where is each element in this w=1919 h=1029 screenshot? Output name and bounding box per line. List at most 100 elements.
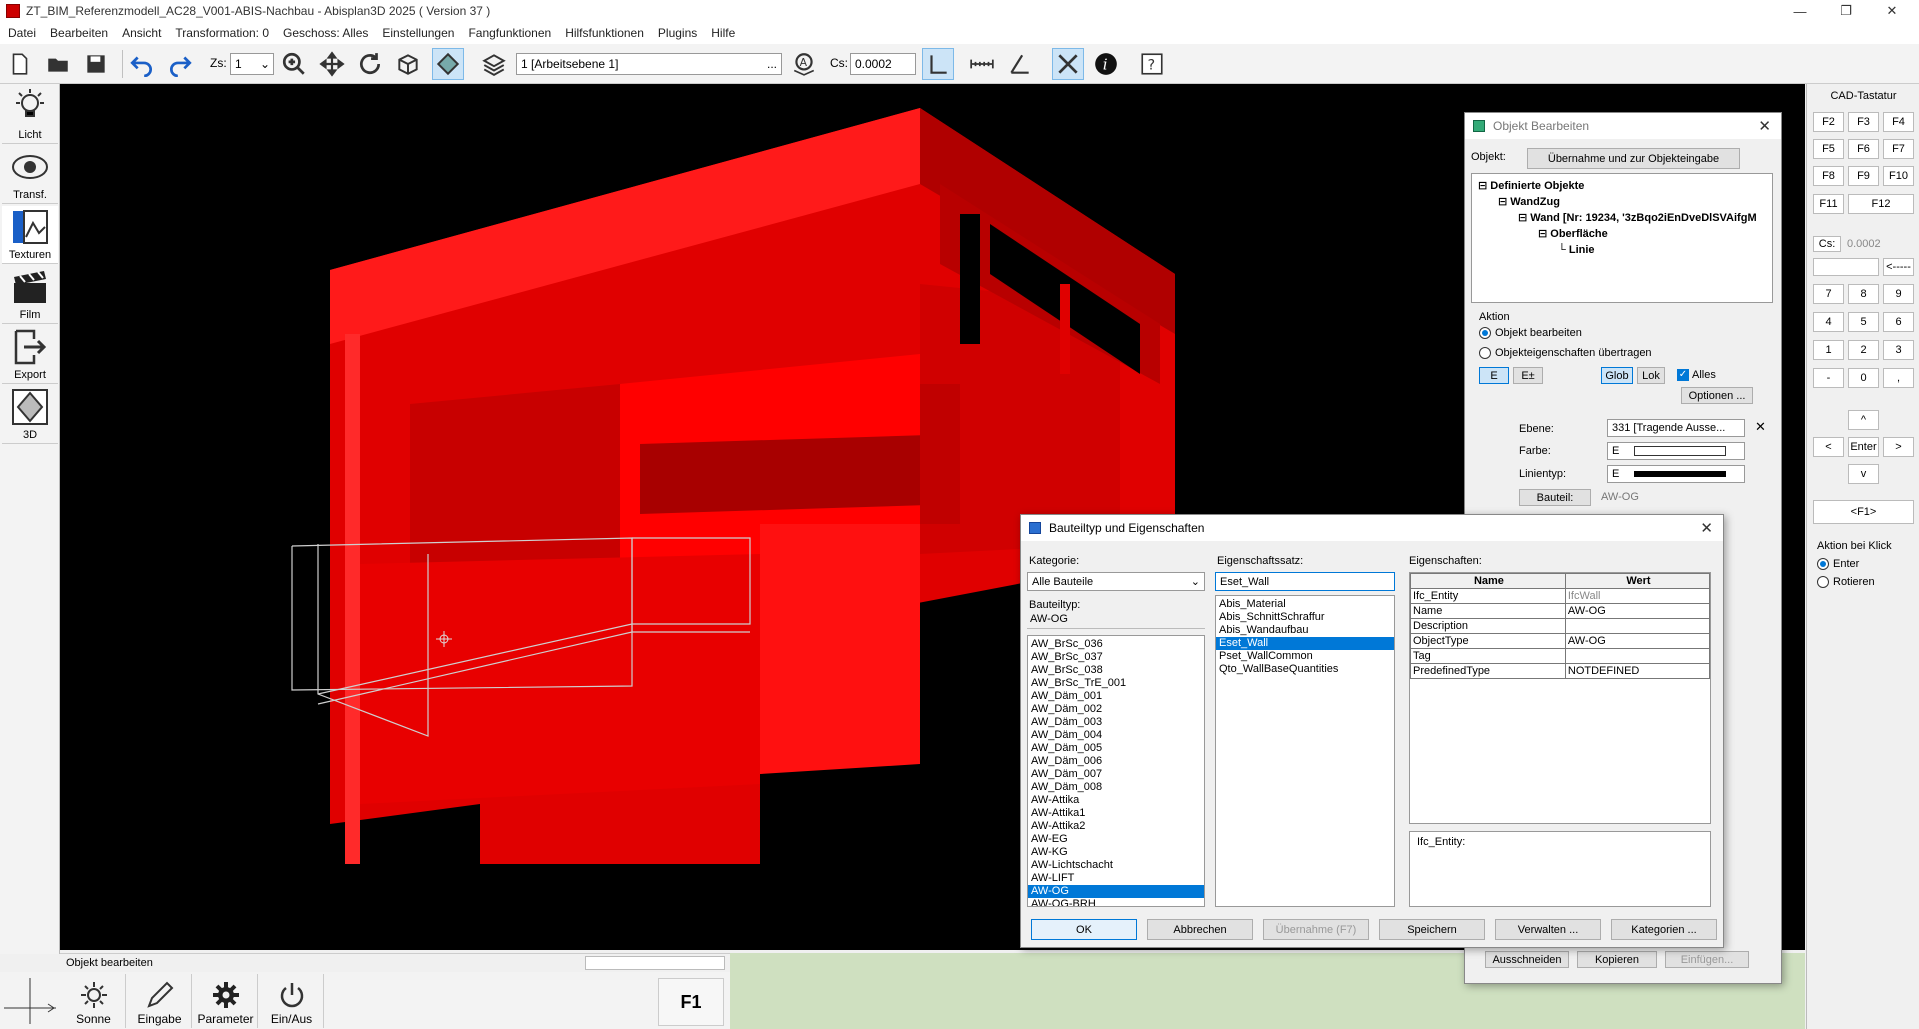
key-8[interactable]: 8 xyxy=(1848,284,1879,304)
eigenschaftssatz-item[interactable]: Eset_Wall xyxy=(1216,637,1394,650)
tools-icon[interactable] xyxy=(1052,48,1084,80)
key-6[interactable]: 6 xyxy=(1883,312,1914,332)
ausschneiden-button[interactable]: Ausschneiden xyxy=(1485,951,1569,968)
texturen-tool[interactable]: Texturen xyxy=(2,206,58,264)
eigenschaftssatz-item[interactable]: Abis_Material xyxy=(1216,598,1394,611)
key-f12[interactable]: F12 xyxy=(1848,194,1914,214)
eigenschaftssatz-item[interactable]: Qto_WallBaseQuantities xyxy=(1216,663,1394,676)
kopieren-button[interactable]: Kopieren xyxy=(1577,951,1657,968)
crosshair-icon[interactable] xyxy=(4,978,56,1024)
bauteiltyp-item[interactable]: AW-Lichtschacht xyxy=(1028,859,1204,872)
plane-select-icon[interactable] xyxy=(432,48,464,80)
bauteiltyp-item[interactable]: AW_Däm_004 xyxy=(1028,729,1204,742)
bauteiltyp-item[interactable]: AW_Däm_003 xyxy=(1028,716,1204,729)
bauteiltyp-item[interactable]: AW_BrSc_TrE_001 xyxy=(1028,677,1204,690)
eigenschaftssatz-item[interactable]: Abis_Wandaufbau xyxy=(1216,624,1394,637)
property-name[interactable]: PredefinedType xyxy=(1410,663,1566,679)
objekt-bearbeiten-radio[interactable]: Objekt bearbeiten xyxy=(1479,327,1582,340)
export-tool[interactable]: Export xyxy=(2,326,58,384)
properties-table[interactable]: Name Wert Ifc_Entity IfcWall Name AW-OG Descr… xyxy=(1409,572,1711,824)
kategorie-select[interactable]: Alle Bauteile ⌄ xyxy=(1027,572,1205,591)
eigenschaftssatz-item[interactable]: Abis_SchnittSchraffur xyxy=(1216,611,1394,624)
menu-ansicht[interactable]: Ansicht xyxy=(122,24,161,42)
key-5[interactable]: 5 xyxy=(1848,312,1879,332)
menu-geschoss[interactable]: Geschoss: Alles xyxy=(283,24,368,42)
bauteiltyp-item[interactable]: AW_Däm_008 xyxy=(1028,781,1204,794)
licht-tool[interactable]: Licht xyxy=(2,86,58,144)
bauteiltyp-list[interactable]: AW_BrSc_036 AW_BrSc_037 AW_BrSc_038 AW_BrSc… xyxy=(1027,635,1205,907)
maximize-button[interactable]: ❐ xyxy=(1823,0,1869,22)
film-tool[interactable]: Film xyxy=(2,266,58,324)
layers-icon[interactable] xyxy=(478,48,510,80)
ebene-clear-icon[interactable]: ✕ xyxy=(1755,419,1766,435)
measure-icon[interactable] xyxy=(966,48,998,80)
help-icon[interactable]: ? xyxy=(1136,48,1168,80)
sonne-button[interactable]: Sonne xyxy=(62,974,126,1028)
zs-select[interactable]: 1 ⌄ xyxy=(230,53,274,75)
key-0[interactable]: 0 xyxy=(1848,368,1879,388)
undo-icon[interactable] xyxy=(126,48,158,80)
key-minus[interactable]: - xyxy=(1813,368,1844,388)
bauteiltyp-item[interactable]: AW_BrSc_036 xyxy=(1028,638,1204,651)
ok-button[interactable]: OK xyxy=(1031,919,1137,940)
verwalten-button[interactable]: Verwalten ... xyxy=(1495,919,1601,940)
bauteiltyp-item[interactable]: AW-KG xyxy=(1028,846,1204,859)
speichern-button[interactable]: Speichern xyxy=(1379,919,1485,940)
action-enter-radio[interactable]: Enter xyxy=(1817,558,1859,571)
zoom-icon[interactable] xyxy=(278,48,310,80)
property-value[interactable]: NOTDEFINED xyxy=(1564,663,1710,679)
property-value[interactable] xyxy=(1564,618,1710,634)
optionen-button[interactable]: Optionen ... xyxy=(1681,387,1753,404)
bauteiltyp-item[interactable]: AW-OG-BRH xyxy=(1028,898,1204,906)
tree-node[interactable]: └ Linie xyxy=(1476,242,1768,258)
object-tree[interactable]: ⊟ Definierte Objekte ⊟ WandZug ⊟ Wand [N… xyxy=(1471,173,1773,303)
key-f11[interactable]: F11 xyxy=(1813,194,1844,214)
property-value[interactable]: IfcWall xyxy=(1564,588,1710,604)
property-name[interactable]: Description xyxy=(1410,618,1566,634)
linientyp-field[interactable]: E xyxy=(1607,465,1745,483)
uebernahme-f7-button[interactable]: Übernahme (F7) xyxy=(1263,919,1369,940)
key-9[interactable]: 9 xyxy=(1883,284,1914,304)
tree-node[interactable]: ⊟ Oberfläche xyxy=(1476,226,1768,242)
key-up[interactable]: ^ xyxy=(1848,410,1879,430)
parameter-button[interactable]: Parameter xyxy=(194,974,258,1028)
key-f4[interactable]: F4 xyxy=(1883,112,1914,132)
angle-icon[interactable] xyxy=(1004,48,1036,80)
menu-datei[interactable]: Datei xyxy=(8,24,36,42)
menu-fangfunktionen[interactable]: Fangfunktionen xyxy=(468,24,551,42)
bauteiltyp-close-icon[interactable]: ✕ xyxy=(1700,519,1713,537)
tree-node[interactable]: ⊟ WandZug xyxy=(1476,194,1768,210)
bauteiltyp-item[interactable]: AW-Attika xyxy=(1028,794,1204,807)
bauteiltyp-item[interactable]: AW-LIFT xyxy=(1028,872,1204,885)
abbrechen-button[interactable]: Abbrechen xyxy=(1147,919,1253,940)
menu-bearbeiten[interactable]: Bearbeiten xyxy=(50,24,108,42)
menu-plugins[interactable]: Plugins xyxy=(658,24,697,42)
bauteiltyp-item[interactable]: AW_Däm_007 xyxy=(1028,768,1204,781)
bauteiltyp-item[interactable]: AW_Däm_005 xyxy=(1028,742,1204,755)
e-button[interactable]: E xyxy=(1479,367,1509,384)
einfuegen-button[interactable]: Einfügen... xyxy=(1665,951,1749,968)
f1-button[interactable]: F1 xyxy=(658,978,724,1026)
property-name[interactable]: Name xyxy=(1410,603,1566,619)
tree-node[interactable]: ⊟ Definierte Objekte xyxy=(1476,178,1768,194)
property-row[interactable]: PredefinedType NOTDEFINED xyxy=(1410,663,1710,679)
bauteiltyp-item[interactable]: AW_BrSc_037 xyxy=(1028,651,1204,664)
menu-hilfe[interactable]: Hilfe xyxy=(711,24,735,42)
property-name[interactable]: ObjectType xyxy=(1410,633,1566,649)
key-right[interactable]: > xyxy=(1883,437,1914,457)
key-2[interactable]: 2 xyxy=(1848,340,1879,360)
bauteiltyp-item[interactable]: AW_Däm_002 xyxy=(1028,703,1204,716)
property-row[interactable]: Tag xyxy=(1410,648,1710,664)
menu-hilfsfunktionen[interactable]: Hilfsfunktionen xyxy=(565,24,644,42)
property-row[interactable]: Name AW-OG xyxy=(1410,603,1710,619)
key-down[interactable]: v xyxy=(1848,464,1879,484)
orthogonal-icon[interactable] xyxy=(922,48,954,80)
farbe-field[interactable]: E xyxy=(1607,442,1745,460)
key-f5[interactable]: F5 xyxy=(1813,139,1844,159)
redo-icon[interactable] xyxy=(164,48,196,80)
e-plusminus-button[interactable]: E± xyxy=(1513,367,1543,384)
key-f3[interactable]: F3 xyxy=(1848,112,1879,132)
objekt-close-icon[interactable]: ✕ xyxy=(1758,117,1771,135)
key-f9[interactable]: F9 xyxy=(1848,166,1879,186)
layer-tool-icon[interactable]: A xyxy=(788,48,820,80)
